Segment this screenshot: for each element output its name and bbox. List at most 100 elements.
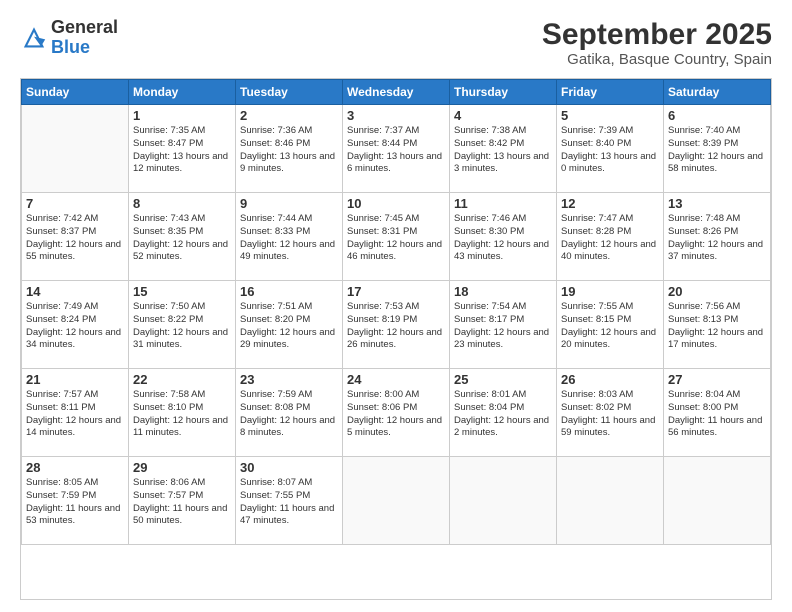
day-number: 30	[240, 460, 338, 475]
day-info: Sunrise: 7:56 AM Sunset: 8:13 PM Dayligh…	[668, 301, 766, 352]
calendar-cell: 19 Sunrise: 7:55 AM Sunset: 8:15 PM Dayli…	[557, 281, 664, 369]
day-number: 4	[454, 108, 552, 123]
title-block: September 2025 Gatika, Basque Country, S…	[542, 18, 772, 68]
header: General Blue September 2025 Gatika, Basq…	[20, 18, 772, 68]
day-number: 10	[347, 196, 445, 211]
calendar-cell: 18 Sunrise: 7:54 AM Sunset: 8:17 PM Dayli…	[450, 281, 557, 369]
calendar-cell	[343, 457, 450, 545]
day-number: 9	[240, 196, 338, 211]
calendar-cell: 16 Sunrise: 7:51 AM Sunset: 8:20 PM Dayli…	[236, 281, 343, 369]
calendar-cell: 4 Sunrise: 7:38 AM Sunset: 8:42 PM Daylig…	[450, 105, 557, 193]
day-info: Sunrise: 7:57 AM Sunset: 8:11 PM Dayligh…	[26, 389, 124, 440]
calendar-cell: 29 Sunrise: 8:06 AM Sunset: 7:57 PM Dayli…	[129, 457, 236, 545]
day-info: Sunrise: 7:40 AM Sunset: 8:39 PM Dayligh…	[668, 125, 766, 176]
calendar-cell: 10 Sunrise: 7:45 AM Sunset: 8:31 PM Dayli…	[343, 193, 450, 281]
day-info: Sunrise: 8:05 AM Sunset: 7:59 PM Dayligh…	[26, 477, 124, 528]
day-number: 17	[347, 284, 445, 299]
calendar-cell: 6 Sunrise: 7:40 AM Sunset: 8:39 PM Daylig…	[664, 105, 771, 193]
day-info: Sunrise: 7:54 AM Sunset: 8:17 PM Dayligh…	[454, 301, 552, 352]
col-header-wednesday: Wednesday	[343, 80, 450, 105]
day-number: 26	[561, 372, 659, 387]
day-number: 29	[133, 460, 231, 475]
day-info: Sunrise: 7:44 AM Sunset: 8:33 PM Dayligh…	[240, 213, 338, 264]
day-number: 6	[668, 108, 766, 123]
calendar-cell: 17 Sunrise: 7:53 AM Sunset: 8:19 PM Dayli…	[343, 281, 450, 369]
day-number: 5	[561, 108, 659, 123]
calendar-cell: 13 Sunrise: 7:48 AM Sunset: 8:26 PM Dayli…	[664, 193, 771, 281]
calendar-cell	[557, 457, 664, 545]
day-number: 8	[133, 196, 231, 211]
calendar-cell: 7Sunrise: 7:42 AM Sunset: 8:37 PM Daylig…	[22, 193, 129, 281]
day-number: 14	[26, 284, 124, 299]
col-header-friday: Friday	[557, 80, 664, 105]
day-info: Sunrise: 8:04 AM Sunset: 8:00 PM Dayligh…	[668, 389, 766, 440]
calendar-cell: 5 Sunrise: 7:39 AM Sunset: 8:40 PM Daylig…	[557, 105, 664, 193]
day-info: Sunrise: 7:50 AM Sunset: 8:22 PM Dayligh…	[133, 301, 231, 352]
day-info: Sunrise: 8:00 AM Sunset: 8:06 PM Dayligh…	[347, 389, 445, 440]
day-number: 1	[133, 108, 231, 123]
day-number: 24	[347, 372, 445, 387]
day-number: 16	[240, 284, 338, 299]
calendar-cell: 25Sunrise: 8:01 AM Sunset: 8:04 PM Dayli…	[450, 369, 557, 457]
day-info: Sunrise: 7:58 AM Sunset: 8:10 PM Dayligh…	[133, 389, 231, 440]
logo-general-text: General	[51, 18, 118, 38]
day-info: Sunrise: 8:06 AM Sunset: 7:57 PM Dayligh…	[133, 477, 231, 528]
calendar-cell: 11 Sunrise: 7:46 AM Sunset: 8:30 PM Dayli…	[450, 193, 557, 281]
day-info: Sunrise: 7:43 AM Sunset: 8:35 PM Dayligh…	[133, 213, 231, 264]
calendar-cell: 8 Sunrise: 7:43 AM Sunset: 8:35 PM Daylig…	[129, 193, 236, 281]
day-number: 13	[668, 196, 766, 211]
day-info: Sunrise: 7:55 AM Sunset: 8:15 PM Dayligh…	[561, 301, 659, 352]
day-info: Sunrise: 7:38 AM Sunset: 8:42 PM Dayligh…	[454, 125, 552, 176]
day-info: Sunrise: 7:51 AM Sunset: 8:20 PM Dayligh…	[240, 301, 338, 352]
calendar-cell: 15 Sunrise: 7:50 AM Sunset: 8:22 PM Dayli…	[129, 281, 236, 369]
day-info: Sunrise: 7:49 AM Sunset: 8:24 PM Dayligh…	[26, 301, 124, 352]
calendar-cell: 30Sunrise: 8:07 AM Sunset: 7:55 PM Dayli…	[236, 457, 343, 545]
day-number: 28	[26, 460, 124, 475]
day-number: 19	[561, 284, 659, 299]
calendar-cell: 22 Sunrise: 7:58 AM Sunset: 8:10 PM Dayli…	[129, 369, 236, 457]
calendar-header: SundayMondayTuesdayWednesdayThursdayFrid…	[22, 80, 771, 105]
day-number: 12	[561, 196, 659, 211]
day-number: 2	[240, 108, 338, 123]
calendar-cell	[664, 457, 771, 545]
calendar-cell	[22, 105, 129, 193]
day-info: Sunrise: 7:48 AM Sunset: 8:26 PM Dayligh…	[668, 213, 766, 264]
day-number: 23	[240, 372, 338, 387]
logo-icon	[20, 24, 48, 52]
calendar-cell: 3 Sunrise: 7:37 AM Sunset: 8:44 PM Daylig…	[343, 105, 450, 193]
calendar-cell: 24 Sunrise: 8:00 AM Sunset: 8:06 PM Dayli…	[343, 369, 450, 457]
calendar-cell: 12 Sunrise: 7:47 AM Sunset: 8:28 PM Dayli…	[557, 193, 664, 281]
page-subtitle: Gatika, Basque Country, Spain	[542, 51, 772, 68]
col-header-tuesday: Tuesday	[236, 80, 343, 105]
day-info: Sunrise: 7:47 AM Sunset: 8:28 PM Dayligh…	[561, 213, 659, 264]
day-info: Sunrise: 7:35 AM Sunset: 8:47 PM Dayligh…	[133, 125, 231, 176]
day-number: 20	[668, 284, 766, 299]
day-info: Sunrise: 7:53 AM Sunset: 8:19 PM Dayligh…	[347, 301, 445, 352]
day-number: 11	[454, 196, 552, 211]
calendar-cell: 27 Sunrise: 8:04 AM Sunset: 8:00 PM Dayli…	[664, 369, 771, 457]
calendar-cell	[450, 457, 557, 545]
day-number: 22	[133, 372, 231, 387]
calendar: SundayMondayTuesdayWednesdayThursdayFrid…	[20, 78, 772, 600]
day-info: Sunrise: 7:45 AM Sunset: 8:31 PM Dayligh…	[347, 213, 445, 264]
day-number: 15	[133, 284, 231, 299]
day-number: 18	[454, 284, 552, 299]
day-number: 27	[668, 372, 766, 387]
calendar-cell: 20 Sunrise: 7:56 AM Sunset: 8:13 PM Dayli…	[664, 281, 771, 369]
col-header-thursday: Thursday	[450, 80, 557, 105]
day-info: Sunrise: 7:39 AM Sunset: 8:40 PM Dayligh…	[561, 125, 659, 176]
day-info: Sunrise: 7:37 AM Sunset: 8:44 PM Dayligh…	[347, 125, 445, 176]
page-title: September 2025	[542, 18, 772, 51]
day-info: Sunrise: 7:46 AM Sunset: 8:30 PM Dayligh…	[454, 213, 552, 264]
day-info: Sunrise: 7:59 AM Sunset: 8:08 PM Dayligh…	[240, 389, 338, 440]
day-number: 3	[347, 108, 445, 123]
day-info: Sunrise: 7:36 AM Sunset: 8:46 PM Dayligh…	[240, 125, 338, 176]
calendar-cell: 28 Sunrise: 8:05 AM Sunset: 7:59 PM Dayli…	[22, 457, 129, 545]
calendar-cell: 26Sunrise: 8:03 AM Sunset: 8:02 PM Dayli…	[557, 369, 664, 457]
logo-blue-text: Blue	[51, 38, 118, 58]
col-header-sunday: Sunday	[22, 80, 129, 105]
calendar-cell: 14 Sunrise: 7:49 AM Sunset: 8:24 PM Dayli…	[22, 281, 129, 369]
col-header-saturday: Saturday	[664, 80, 771, 105]
day-number: 25	[454, 372, 552, 387]
calendar-cell: 21Sunrise: 7:57 AM Sunset: 8:11 PM Dayli…	[22, 369, 129, 457]
